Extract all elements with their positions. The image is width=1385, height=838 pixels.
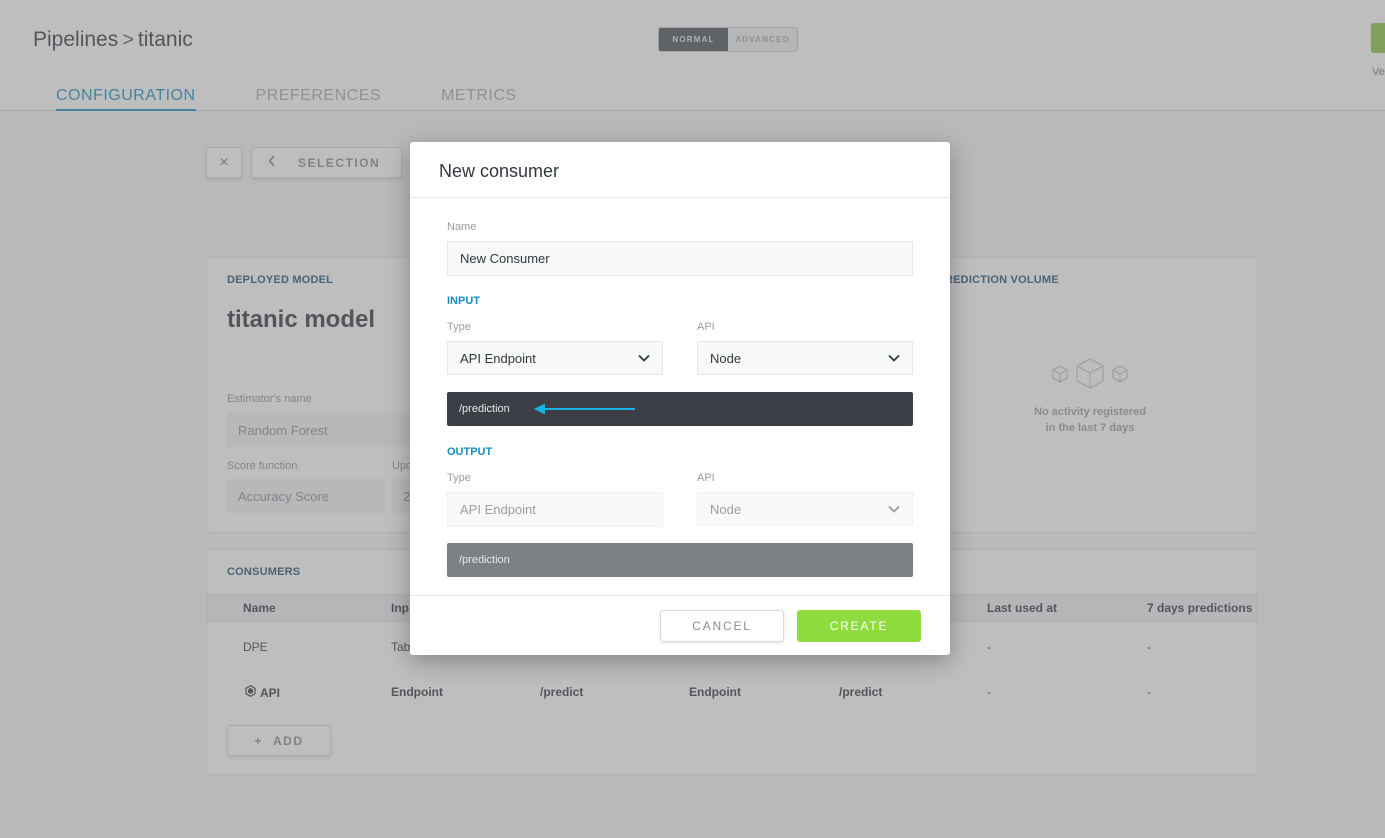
consumer-name-field[interactable]: New Consumer (447, 241, 913, 276)
output-path-value: /prediction (459, 554, 510, 566)
input-section-title: INPUT (447, 295, 480, 307)
input-api-label: API (697, 321, 715, 333)
dialog-title: New consumer (410, 142, 950, 198)
arrow-left-icon (534, 403, 635, 415)
cancel-button[interactable]: CANCEL (660, 610, 784, 642)
input-path-field[interactable]: /prediction (447, 392, 913, 426)
output-api-label: API (697, 472, 715, 484)
input-type-select[interactable]: API Endpoint (447, 341, 663, 375)
app-root: Pipelines > titanic NORMAL ADVANCED Ve C… (0, 0, 1385, 838)
input-api-value: Node (710, 350, 742, 366)
output-api-value: Node (710, 501, 742, 517)
input-api-select[interactable]: Node (697, 341, 913, 375)
create-button[interactable]: CREATE (797, 610, 921, 642)
chevron-down-icon (638, 354, 650, 362)
output-section-title: OUTPUT (447, 446, 493, 458)
new-consumer-dialog: New consumer Name New Consumer INPUT Typ… (410, 142, 950, 655)
chevron-down-icon (888, 505, 900, 513)
output-api-select: Node (697, 492, 913, 526)
output-type-field: API Endpoint (447, 492, 663, 527)
input-type-value: API Endpoint (460, 350, 536, 366)
chevron-down-icon (888, 354, 900, 362)
input-type-label: Type (447, 321, 471, 333)
output-path-field: /prediction (447, 543, 913, 577)
dialog-footer: CANCEL CREATE (410, 595, 950, 655)
name-label: Name (447, 221, 477, 233)
output-type-label: Type (447, 472, 471, 484)
input-path-value: /prediction (459, 403, 510, 415)
